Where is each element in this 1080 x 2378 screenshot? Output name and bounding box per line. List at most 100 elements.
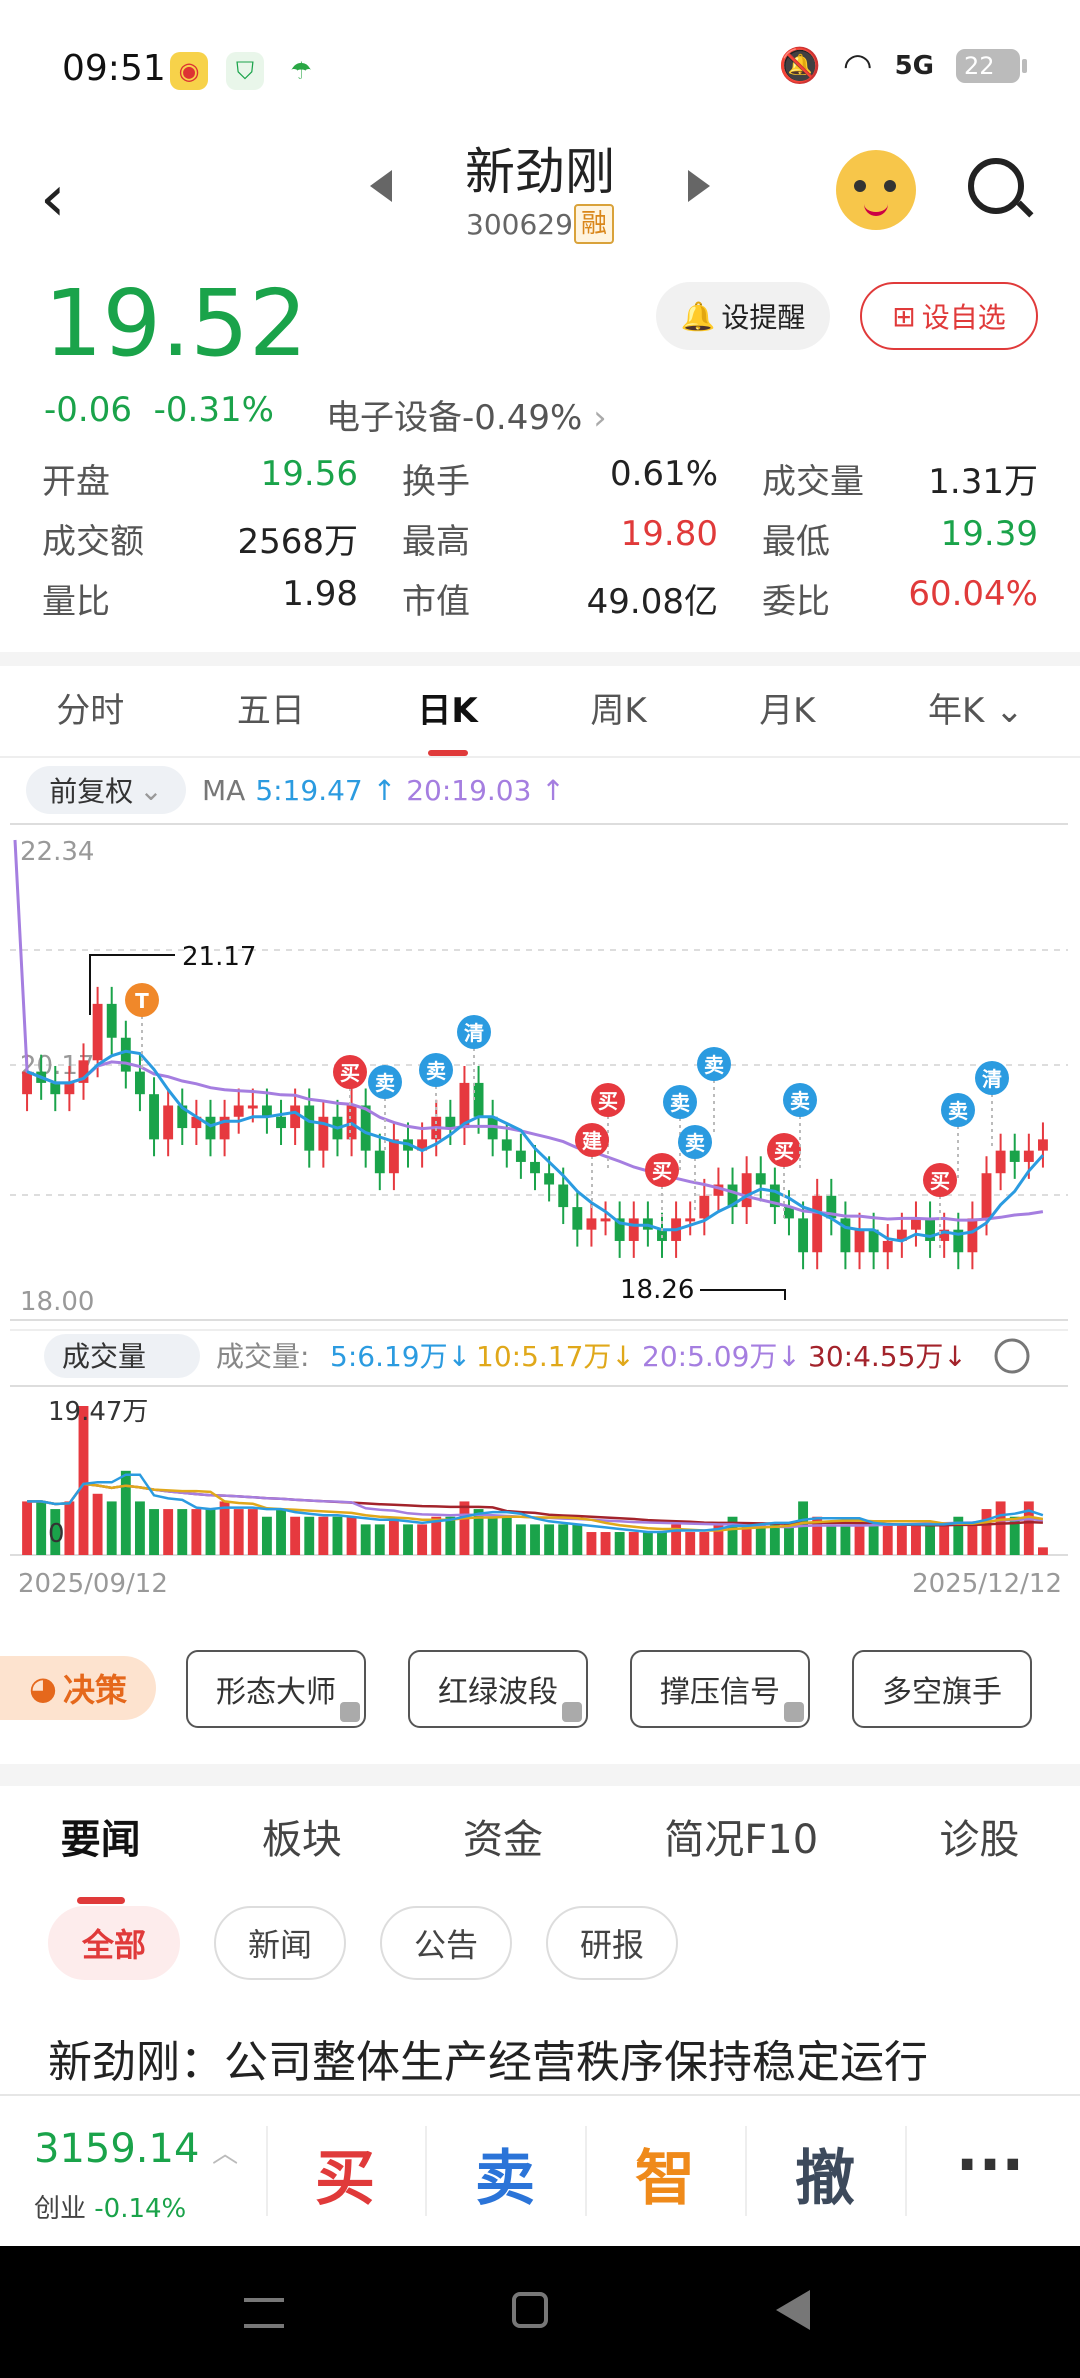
- strategy-button-label: 撑压信号: [660, 1675, 780, 1710]
- volume-bar: [459, 1501, 470, 1555]
- tab-5[interactable]: 年K ⌄: [928, 676, 1024, 756]
- lock-icon: [340, 1702, 360, 1722]
- status-bar: 09:51 ◉ ⛉ ☂ 🔕 ◠ 5G 22: [0, 0, 1080, 130]
- signal-label: 卖: [790, 1089, 810, 1113]
- quote-label: 最高: [402, 521, 470, 562]
- candle-body: [50, 1082, 61, 1095]
- candle-body: [247, 1105, 258, 1109]
- strategy-button-label: 多空旗手: [882, 1675, 1002, 1710]
- decision-button[interactable]: ◕ 决策: [0, 1656, 156, 1720]
- ma20-line: [13, 839, 1044, 1222]
- volume-bar: [346, 1516, 357, 1555]
- news-tab[interactable]: 诊股: [939, 1810, 1019, 1890]
- candle-body: [558, 1184, 569, 1208]
- strategy-button[interactable]: 撑压信号: [630, 1650, 810, 1728]
- strategy-button[interactable]: 红绿波段: [408, 1650, 588, 1728]
- last-price: 19.52: [44, 270, 308, 377]
- volume-bar: [417, 1524, 428, 1555]
- quote-value: 1.31万: [928, 461, 1038, 502]
- volume-bar: [332, 1516, 343, 1555]
- menu-icon[interactable]: [244, 2298, 284, 2328]
- volume-bar: [826, 1524, 837, 1555]
- set-alert-button[interactable]: 🔔 设提醒: [656, 282, 830, 350]
- volume-bar: [995, 1501, 1006, 1555]
- search-icon[interactable]: [968, 158, 1024, 214]
- news-tab[interactable]: 板块: [262, 1810, 342, 1890]
- volume-bar: [685, 1532, 696, 1555]
- news-chip[interactable]: 新闻: [214, 1906, 346, 1980]
- start-date-label: 2025/09/12: [18, 1569, 168, 1599]
- adjust-select[interactable]: 前复权 ⌄: [26, 766, 186, 814]
- news-tab[interactable]: 简况F10: [664, 1810, 818, 1890]
- home-icon[interactable]: [512, 2292, 548, 2328]
- more-button[interactable]: ···: [915, 2130, 1065, 2200]
- tab-4[interactable]: 月K: [759, 676, 815, 756]
- candle-body: [276, 1116, 286, 1129]
- add-favorite-button[interactable]: ⊞ 设自选: [860, 282, 1038, 350]
- strategy-button[interactable]: 多空旗手: [852, 1650, 1032, 1728]
- stock-code: 300629: [466, 208, 573, 241]
- volume-bar: [769, 1524, 780, 1555]
- signal-label: 买: [774, 1139, 794, 1163]
- signal-label: 卖: [670, 1091, 690, 1115]
- system-nav: [0, 2246, 1080, 2378]
- quote-grid: 开盘 19.56 换手 0.61% 成交量 1.31万 成交额 2568万 最高 19.80 最低 1…: [42, 448, 1038, 628]
- signal-label: 建: [582, 1129, 602, 1153]
- news-headline[interactable]: 新劲刚：公司整体生产经营秩序保持稳定运行: [48, 2026, 928, 2090]
- candle-body: [134, 1071, 145, 1095]
- signal-label: 卖: [375, 1071, 395, 1095]
- candle-body: [92, 1003, 103, 1061]
- quote-value: 19.39: [940, 513, 1038, 554]
- cancel-order-button[interactable]: 撤: [750, 2130, 900, 2217]
- tab-3[interactable]: 周K: [590, 676, 646, 756]
- quote-value: 19.80: [620, 513, 718, 554]
- volume-bar: [854, 1524, 865, 1555]
- volume-bar: [360, 1524, 371, 1555]
- volume-bar: [290, 1516, 301, 1555]
- chevron-right-icon: ›: [593, 398, 607, 438]
- tab-0[interactable]: 分时: [56, 676, 124, 756]
- kline-chart[interactable]: 22.34 20.17 18.00 21.17 18.26 T 买卖卖清买建买卖卖卖买卖买卖…: [0, 820, 1080, 1600]
- mute-icon: 🔕: [778, 46, 821, 86]
- volume-bar: [388, 1516, 399, 1555]
- signal-icon: 5G: [894, 51, 934, 81]
- chevron-down-icon: ⌄: [139, 773, 163, 807]
- volume-bar: [896, 1524, 907, 1555]
- volume-bar: [572, 1524, 583, 1555]
- next-stock-icon[interactable]: [688, 170, 710, 202]
- volume-bar: [600, 1532, 611, 1555]
- volume-bar: [64, 1501, 75, 1555]
- quote-label: 最低: [762, 521, 830, 562]
- candle-body: [586, 1218, 597, 1230]
- candle-body: [600, 1218, 611, 1222]
- volume-bar: [558, 1524, 569, 1555]
- signal-label: 买: [598, 1089, 618, 1113]
- back-nav-icon[interactable]: [776, 2290, 810, 2330]
- signal-label: 卖: [948, 1099, 968, 1123]
- volume-bar: [939, 1524, 950, 1555]
- news-chip[interactable]: 研报: [546, 1906, 678, 1980]
- candle-body: [530, 1161, 540, 1174]
- volume-bar: [628, 1532, 639, 1555]
- news-chip[interactable]: 公告: [380, 1906, 512, 1980]
- mascot-icon[interactable]: [836, 150, 916, 230]
- news-tab[interactable]: 资金: [463, 1810, 543, 1890]
- sector-link[interactable]: 电子设备-0.49% ›: [326, 390, 607, 439]
- news-chip[interactable]: 全部: [48, 1906, 180, 1980]
- clock: 09:51: [62, 48, 166, 89]
- buy-button[interactable]: 买: [270, 2130, 420, 2217]
- candle-body: [120, 1037, 131, 1072]
- quote-value: 2568万: [237, 521, 358, 562]
- tab-1[interactable]: 五日: [237, 676, 305, 756]
- index-value[interactable]: 3159.14 ︿: [34, 2126, 238, 2172]
- volume-bar: [276, 1509, 286, 1555]
- smart-button[interactable]: 智: [590, 2130, 740, 2217]
- volume-bar: [233, 1509, 244, 1555]
- tab-2[interactable]: 日K: [417, 676, 477, 756]
- axis-max-label: 22.34: [20, 837, 94, 867]
- candle-body: [854, 1229, 865, 1253]
- quote-cell: 最高 19.80: [402, 514, 762, 563]
- news-tab[interactable]: 要闻: [61, 1810, 141, 1890]
- sell-button[interactable]: 卖: [430, 2130, 580, 2217]
- strategy-button[interactable]: 形态大师: [186, 1650, 366, 1728]
